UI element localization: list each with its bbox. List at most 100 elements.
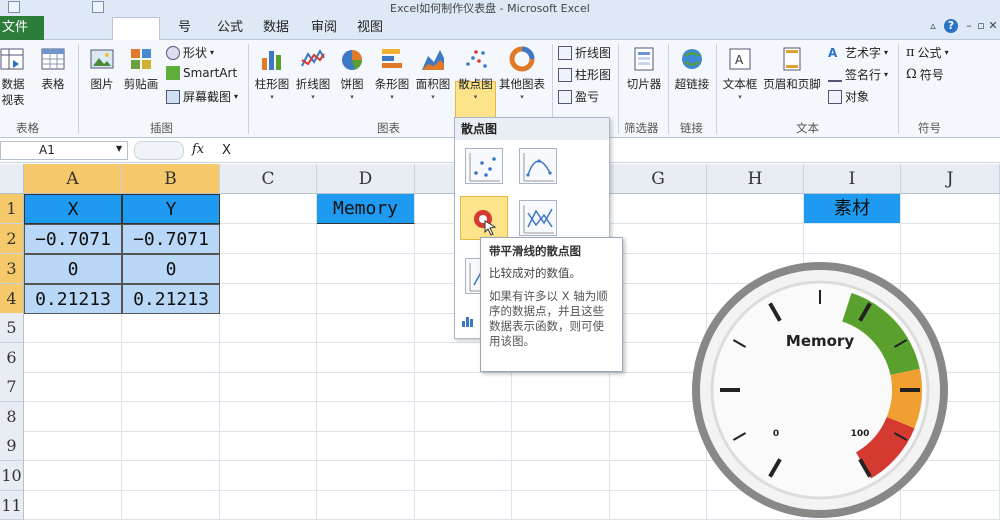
row-header-7[interactable]: 7 <box>0 372 24 402</box>
cell[interactable] <box>122 372 220 402</box>
cell[interactable] <box>317 461 415 491</box>
cell-b1[interactable]: Y <box>122 194 220 224</box>
column-header-c[interactable]: C <box>220 164 317 194</box>
select-all-corner[interactable] <box>0 164 24 194</box>
tab-file[interactable]: 文件 <box>0 16 44 40</box>
cell-b2[interactable]: −0.7071 <box>122 224 220 254</box>
all-chart-types-icon[interactable] <box>461 314 475 328</box>
row-header-8[interactable]: 8 <box>0 402 24 432</box>
wordart-button[interactable]: A 艺术字 ▾ <box>828 44 888 61</box>
cell[interactable] <box>220 254 317 284</box>
save-icon[interactable] <box>92 1 104 13</box>
cell[interactable] <box>901 194 1000 224</box>
cell[interactable] <box>610 194 707 224</box>
cell-i1[interactable]: 素材 <box>804 194 901 224</box>
cell[interactable] <box>24 343 122 373</box>
cell[interactable] <box>317 284 415 314</box>
cell[interactable] <box>901 224 1000 254</box>
cell[interactable] <box>24 461 122 491</box>
cell[interactable] <box>415 431 512 461</box>
header-footer-button[interactable]: 页眉和页脚 <box>760 46 824 92</box>
cell[interactable] <box>220 343 317 373</box>
cell[interactable] <box>122 402 220 432</box>
cell[interactable] <box>24 313 122 343</box>
cell[interactable] <box>707 224 804 254</box>
other-charts-button[interactable]: 其他图表 ▾ <box>497 46 547 101</box>
pivot-table-button[interactable]: 数据 视表 <box>0 46 26 108</box>
cell[interactable] <box>317 254 415 284</box>
slicer-button[interactable]: 切片器 <box>622 46 666 92</box>
object-button[interactable]: 对象 <box>828 88 869 105</box>
shapes-button[interactable]: 形状 ▾ <box>166 44 214 61</box>
tab-insert[interactable] <box>112 17 160 41</box>
cell[interactable] <box>317 224 415 254</box>
cell-a1[interactable]: X <box>24 194 122 224</box>
cell[interactable] <box>512 431 610 461</box>
cell-d1[interactable]: Memory <box>317 194 415 224</box>
cell[interactable] <box>220 491 317 520</box>
name-box[interactable]: A1 <box>0 141 128 160</box>
row-header-3[interactable]: 3 <box>0 254 24 284</box>
hyperlink-button[interactable]: 超链接 <box>670 46 714 92</box>
column-header-d[interactable]: D <box>317 164 415 194</box>
cell[interactable] <box>122 491 220 520</box>
tab-review[interactable]: 审阅 <box>311 16 337 40</box>
line-chart-button[interactable]: 折线图 ▾ <box>293 46 333 101</box>
help-icon[interactable]: ? <box>944 19 958 33</box>
tab-view[interactable]: 视图 <box>357 16 383 40</box>
cell-a2[interactable]: −0.7071 <box>24 224 122 254</box>
cell[interactable] <box>24 491 122 520</box>
cell[interactable] <box>512 372 610 402</box>
screenshot-button[interactable]: 屏幕截图 ▾ <box>166 88 238 105</box>
column-header-b[interactable]: B <box>122 164 220 194</box>
row-header-6[interactable]: 6 <box>0 343 24 373</box>
cell[interactable] <box>512 461 610 491</box>
column-header-a[interactable]: A <box>24 164 122 194</box>
cell[interactable] <box>24 372 122 402</box>
row-header-4[interactable]: 4 <box>0 284 24 314</box>
sparkline-winloss-button[interactable]: 盈亏 <box>558 88 599 105</box>
sparkline-column-button[interactable]: 柱形图 <box>558 66 611 83</box>
row-header-5[interactable]: 5 <box>0 313 24 343</box>
name-box-dropdown-icon[interactable]: ▼ <box>116 144 122 153</box>
cell[interactable] <box>512 402 610 432</box>
cell[interactable] <box>317 343 415 373</box>
cell[interactable] <box>415 491 512 520</box>
row-header-10[interactable]: 10 <box>0 461 24 491</box>
cell[interactable] <box>317 313 415 343</box>
cell-a3[interactable]: 0 <box>24 254 122 284</box>
scatter-markers-only-option[interactable] <box>465 148 503 184</box>
cell-a4[interactable]: 0.21213 <box>24 284 122 314</box>
cell[interactable] <box>122 313 220 343</box>
sparkline-line-button[interactable]: 折线图 <box>558 44 611 61</box>
scatter-straight-markers-option[interactable] <box>519 200 557 236</box>
clipart-button[interactable]: 剪贴画 <box>121 46 161 92</box>
cell[interactable] <box>317 431 415 461</box>
cell[interactable] <box>220 372 317 402</box>
cell-b3[interactable]: 0 <box>122 254 220 284</box>
cell[interactable] <box>415 372 512 402</box>
cell[interactable] <box>122 431 220 461</box>
cell[interactable] <box>220 224 317 254</box>
signature-button[interactable]: 签名行 ▾ <box>828 66 888 83</box>
cell-b4[interactable]: 0.21213 <box>122 284 220 314</box>
symbol-button[interactable]: Ω 符号 <box>906 66 944 83</box>
scatter-chart-button[interactable]: 散点图 ▾ <box>455 46 496 101</box>
row-header-1[interactable]: 1 <box>0 194 24 224</box>
cell[interactable] <box>24 431 122 461</box>
cell[interactable] <box>415 402 512 432</box>
cell[interactable] <box>220 284 317 314</box>
cell[interactable] <box>122 461 220 491</box>
smartart-button[interactable]: SmartArt <box>166 66 237 80</box>
window-close-icon[interactable]: ✕ <box>986 19 1000 33</box>
formula-input[interactable]: X <box>222 143 231 158</box>
memory-gauge-image[interactable]: Memory 0 100 <box>690 260 950 520</box>
tab-data[interactable]: 数据 <box>263 16 289 40</box>
column-header-h[interactable]: H <box>707 164 804 194</box>
row-header-11[interactable]: 11 <box>0 491 24 520</box>
cell[interactable] <box>317 491 415 520</box>
cell[interactable] <box>220 402 317 432</box>
textbox-button[interactable]: A 文本框 ▾ <box>720 46 760 101</box>
tab-formulas[interactable]: 公式 <box>217 16 243 40</box>
column-header-i[interactable]: I <box>804 164 901 194</box>
